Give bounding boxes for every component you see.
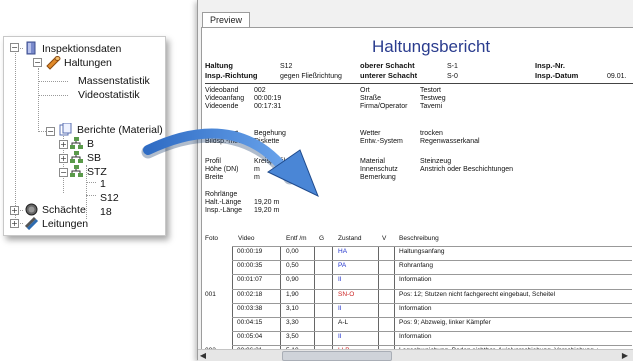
pointer-arrow-icon	[141, 128, 319, 198]
